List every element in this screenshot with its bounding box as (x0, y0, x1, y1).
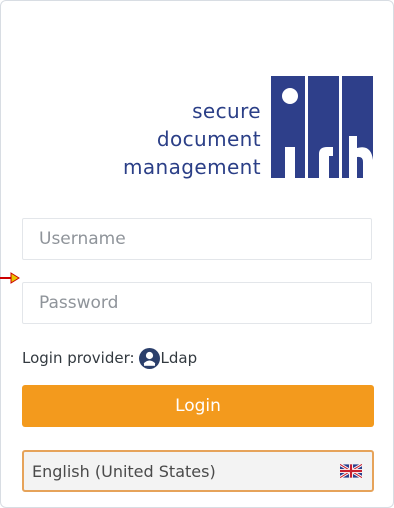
brand-tagline: secure document management (99, 97, 261, 181)
pointer-arrow-icon (0, 272, 20, 284)
login-provider: Login provider: Ldap (22, 347, 197, 369)
username-input[interactable] (22, 218, 372, 260)
brand-line-secure: secure (192, 99, 261, 123)
brand-line-document: document (156, 127, 261, 151)
irb-logo (271, 76, 373, 178)
login-provider-name[interactable]: Ldap (161, 347, 198, 369)
language-selected: English (United States) (32, 461, 216, 481)
login-provider-label: Login provider: (22, 349, 135, 367)
login-button[interactable]: Login (22, 385, 374, 427)
login-panel: secure document management Login provide… (0, 0, 394, 508)
uk-flag-icon (340, 464, 362, 478)
brand-line-management: management (123, 155, 261, 179)
password-input[interactable] (22, 282, 372, 324)
ldap-user-icon (138, 347, 160, 369)
language-selector[interactable]: English (United States) (22, 450, 374, 492)
